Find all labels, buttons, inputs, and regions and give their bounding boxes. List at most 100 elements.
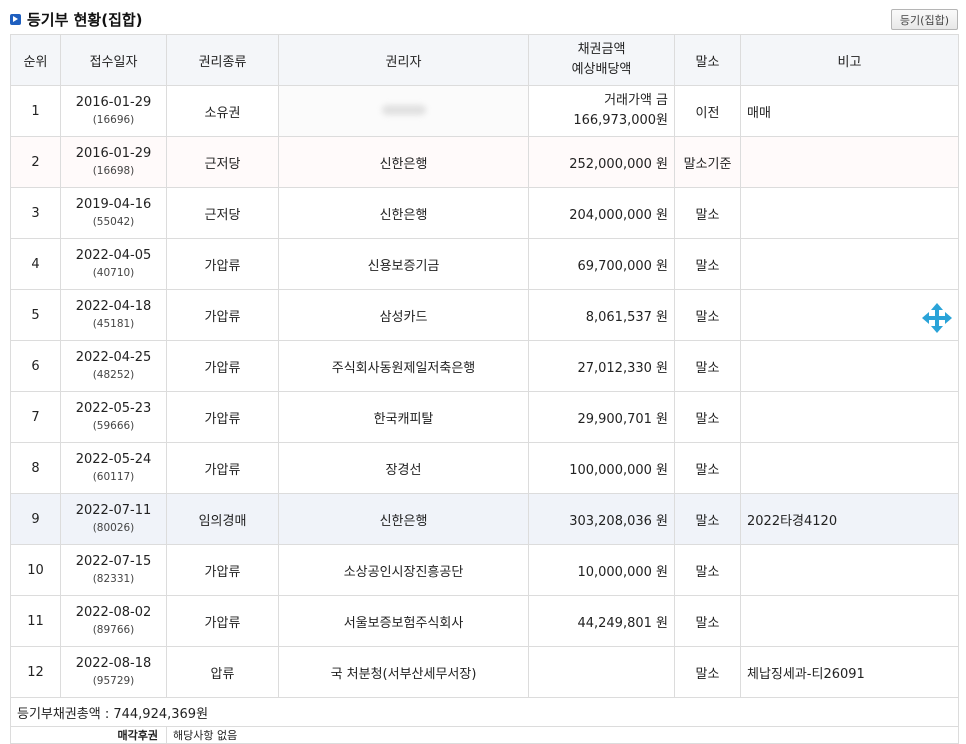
type-cell: 가압류 [166, 544, 279, 596]
cancel-cell: 말소 [674, 493, 741, 545]
rank-cell: 10 [10, 544, 61, 596]
rank-cell: 8 [10, 442, 61, 494]
rank-cell: 12 [10, 646, 61, 698]
holder-cell: 신한은행 [278, 493, 529, 545]
amount-prefix: 거래가액 금 [604, 93, 668, 108]
type-cell: 임의경매 [166, 493, 279, 545]
type-cell: 가압류 [166, 289, 279, 341]
note-cell [740, 136, 959, 188]
cancel-cell: 말소 [674, 340, 741, 392]
receipt-number: (80026) [92, 522, 135, 534]
date-cell: 2022-07-11 (80026) [60, 493, 167, 545]
cancel-cell: 이전 [674, 85, 741, 137]
note-cell: 매매 [740, 85, 959, 137]
col-type: 권리종류 [166, 34, 279, 86]
holder-cell: 주식회사동원제일저축은행 [278, 340, 529, 392]
date-cell: 2022-04-05 (40710) [60, 238, 167, 290]
col-note: 비고 [740, 34, 959, 86]
table-row: 7 2022-05-23 (59666) 가압류 한국캐피탈 29,900,701 원 말소 [10, 391, 959, 443]
cancel-cell: 말소 [674, 289, 741, 341]
date-value: 2022-07-15 [75, 554, 152, 569]
note-cell: 2022타경4120 [740, 493, 959, 545]
table-row: 9 2022-07-11 (80026) 임의경매 신한은행 303,208,036 원말… [10, 493, 959, 545]
section-title-text: 등기부 현황(집합) [27, 11, 143, 29]
cancel-cell: 말소 [674, 187, 741, 239]
note-cell [740, 238, 959, 290]
date-value: 2022-05-24 [75, 452, 152, 467]
registry-collective-button[interactable]: 등기(집합) [890, 9, 958, 30]
bottom-row: 매각후권 해당사항 없음 [10, 726, 959, 744]
table-row: 3 2019-04-16 (55042) 근저당 신한은행 204,000,000 원 말소 [10, 187, 959, 239]
date-value: 2019-04-16 [75, 197, 152, 212]
date-cell: 2022-08-18 (95729) [60, 646, 167, 698]
date-value: 2022-04-05 [75, 248, 152, 263]
note-cell: 체납징세과-티26091 [740, 646, 959, 698]
note-cell [740, 391, 959, 443]
type-cell: 소유권 [166, 85, 279, 137]
date-cell: 2022-04-18 (45181) [60, 289, 167, 341]
type-cell: 근저당 [166, 136, 279, 188]
date-cell: 2022-04-25 (48252) [60, 340, 167, 392]
table-row: 10 2022-07-15 (82331) 가압류 소상공인시장진흥공단 10,000,0… [10, 544, 959, 596]
table-header-row: 순위 접수일자 권리종류 권리자 채권금액 예상배당액 말소 비고 [10, 34, 959, 86]
amount-cell: 100,000,000 원 [528, 442, 675, 494]
holder-cell: 신용보증기금 [278, 238, 529, 290]
rank-cell: 6 [10, 340, 61, 392]
date-value: 2022-04-25 [75, 350, 152, 365]
rank-cell: 9 [10, 493, 61, 545]
section-title: 등기부 현황(집합) [10, 9, 143, 30]
cancel-cell: 말소 [674, 595, 741, 647]
amount-cell: 204,000,000 원 [528, 187, 675, 239]
receipt-number: (16696) [92, 114, 135, 126]
receipt-number: (95729) [92, 675, 135, 687]
cancel-cell: 말소 [674, 646, 741, 698]
section-header: 등기부 현황(집합) 등기(집합) [0, 0, 966, 32]
col-amount-label: 채권금액 [577, 42, 626, 57]
amount-cell: 44,249,801 원 [528, 595, 675, 647]
date-cell: 2016-01-29 (16698) [60, 136, 167, 188]
col-holder: 권리자 [278, 34, 529, 86]
type-cell: 가압류 [166, 391, 279, 443]
table-row: 12 2022-08-18 (95729) 압류 국 처분청(서부산세무서장) 말소 체납징… [10, 646, 959, 698]
bottom-value: 해당사항 없음 [166, 726, 959, 744]
receipt-number: (40710) [92, 267, 135, 279]
table-row: 4 2022-04-05 (40710) 가압류 신용보증기금 69,700,000 원말… [10, 238, 959, 290]
date-cell: 2019-04-16 (55042) [60, 187, 167, 239]
cancel-cell: 말소 [674, 544, 741, 596]
amount-cell: 69,700,000 원 [528, 238, 675, 290]
date-cell: 2022-07-15 (82331) [60, 544, 167, 596]
holder-cell: 소상공인시장진흥공단 [278, 544, 529, 596]
receipt-number: (59666) [92, 420, 135, 432]
amount-cell [528, 646, 675, 698]
cancel-cell: 말소 [674, 391, 741, 443]
amount-cell: 303,208,036 원 [528, 493, 675, 545]
date-cell: 2022-05-24 (60117) [60, 442, 167, 494]
date-cell: 2016-01-29 (16696) [60, 85, 167, 137]
col-rank: 순위 [10, 34, 61, 86]
cancel-cell: 말소 [674, 238, 741, 290]
cancel-cell: 말소기준 [674, 136, 741, 188]
col-dividend-label: 예상배당액 [571, 62, 632, 77]
note-cell [740, 442, 959, 494]
receipt-number: (55042) [92, 216, 135, 228]
col-amount: 채권금액 예상배당액 [528, 34, 675, 86]
date-value: 2016-01-29 [75, 146, 152, 161]
receipt-number: (45181) [92, 318, 135, 330]
receipt-number: (82331) [92, 573, 135, 585]
table-row: 5 2022-04-18 (45181) 가압류 삼성카드 8,061,537 원 말소 [10, 289, 959, 341]
redacted-holder [381, 104, 426, 115]
move-arrows-icon[interactable] [922, 303, 952, 333]
receipt-number: (89766) [92, 624, 135, 636]
amount-cell: 27,012,330 원 [528, 340, 675, 392]
holder-cell: 신한은행 [278, 136, 529, 188]
bullet-icon [10, 14, 21, 25]
holder-cell: 삼성카드 [278, 289, 529, 341]
receipt-number: (60117) [92, 471, 135, 483]
total-amount: 등기부채권총액 : 744,924,369원 [10, 697, 959, 727]
rank-cell: 2 [10, 136, 61, 188]
cancel-cell: 말소 [674, 442, 741, 494]
type-cell: 근저당 [166, 187, 279, 239]
holder-cell: 장경선 [278, 442, 529, 494]
date-value: 2016-01-29 [75, 95, 152, 110]
type-cell: 압류 [166, 646, 279, 698]
